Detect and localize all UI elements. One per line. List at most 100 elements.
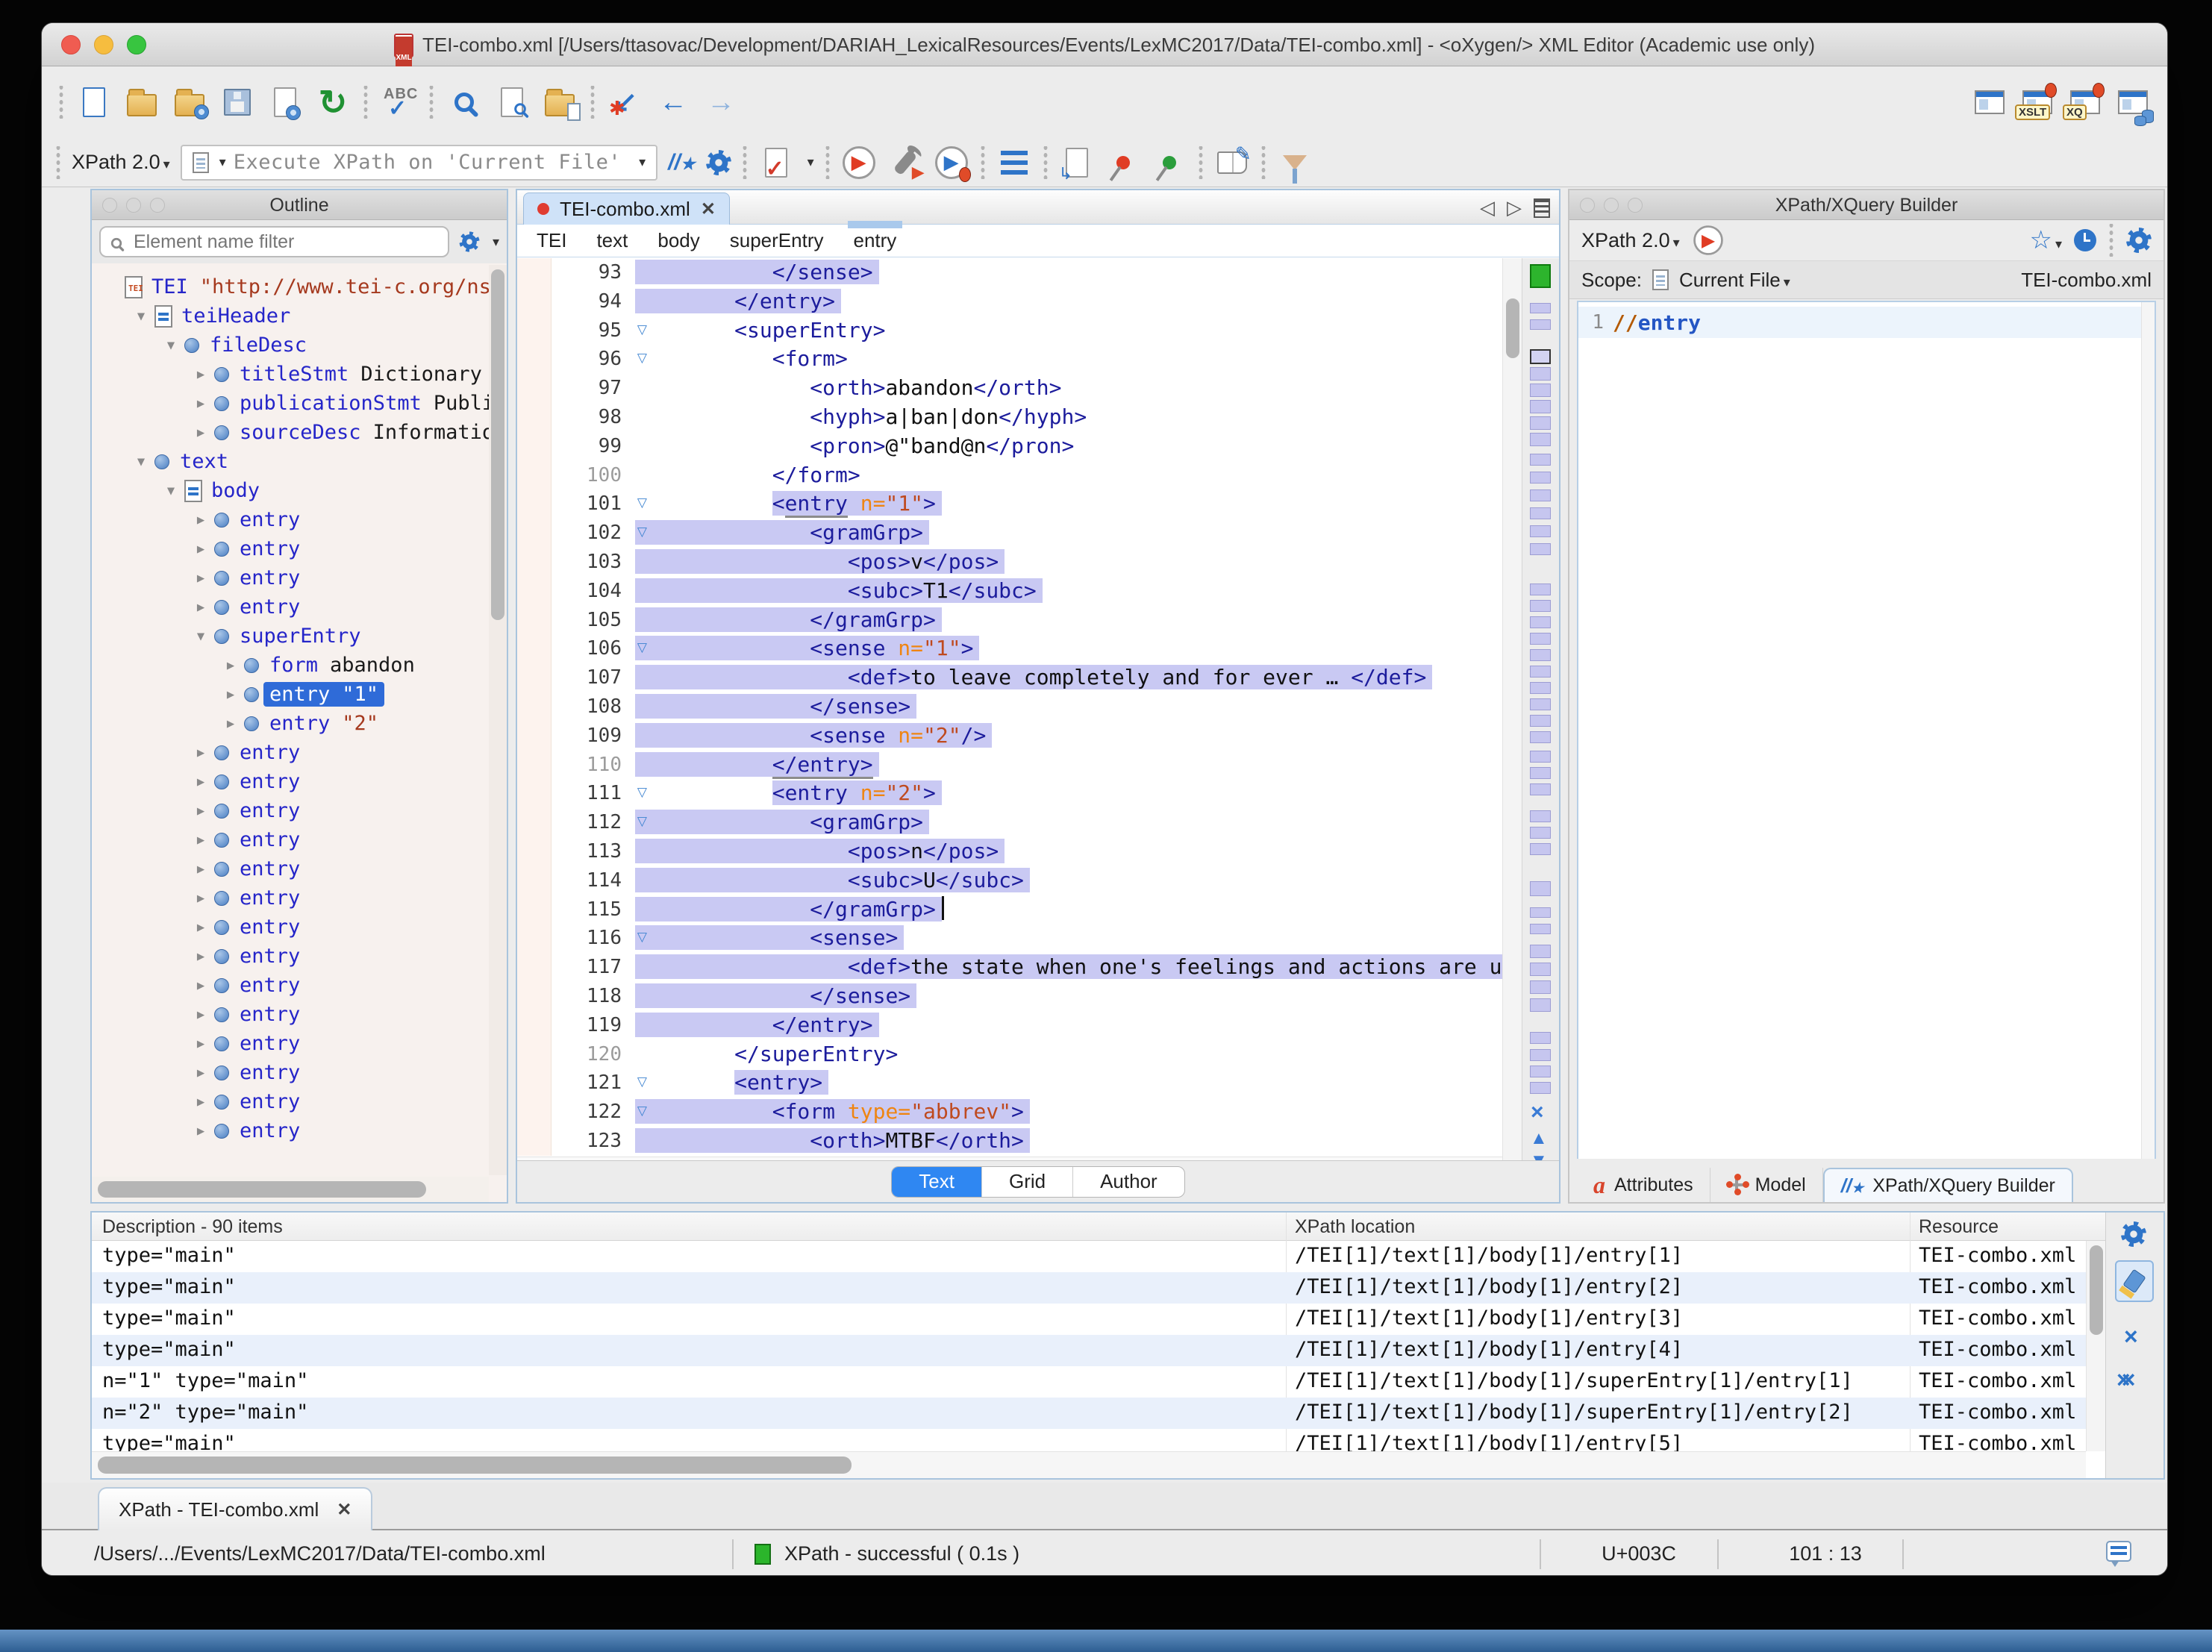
- occurrence-marker[interactable]: [1530, 698, 1551, 710]
- xpath-settings-button[interactable]: [706, 150, 731, 175]
- expand-arrow-icon[interactable]: ▶: [187, 1124, 214, 1139]
- occurrence-marker[interactable]: [1530, 767, 1551, 779]
- expand-arrow-icon[interactable]: ▶: [187, 920, 214, 935]
- last-modification-button[interactable]: ↙✱: [607, 84, 643, 120]
- previous-tab-button[interactable]: ◁: [1480, 196, 1495, 219]
- occurrence-marker[interactable]: [1530, 489, 1551, 501]
- configure-transformation-button[interactable]: ▶: [887, 145, 923, 181]
- occurrence-marker[interactable]: [1530, 583, 1551, 595]
- result-row[interactable]: type="main"/TEI[1]/text[1]/body[1]/entry…: [92, 1272, 2086, 1304]
- fold-toggle-icon[interactable]: ▽: [637, 640, 647, 655]
- outline-item-entry[interactable]: ▶entry: [92, 1000, 489, 1029]
- outline-item-entry[interactable]: ▶entry"1": [92, 680, 489, 709]
- outline-item-entry[interactable]: ▶entry: [92, 1058, 489, 1087]
- xpath-builder-shortcut-button[interactable]: //★: [668, 150, 695, 175]
- expand-arrow-icon[interactable]: ▶: [187, 804, 214, 819]
- occurrence-marker[interactable]: [1530, 924, 1551, 934]
- occurrence-marker[interactable]: [1530, 783, 1551, 795]
- tab-attributes[interactable]: aAttributes: [1577, 1168, 1710, 1202]
- find-in-files-button[interactable]: [494, 84, 530, 120]
- outline-item-entry[interactable]: ▶entry: [92, 913, 489, 942]
- debug-xslt-button[interactable]: XSLT: [2019, 84, 2055, 120]
- edit-modules-button[interactable]: [1214, 145, 1250, 181]
- remove-result-button[interactable]: ×: [2124, 1323, 2138, 1351]
- occurrence-marker[interactable]: [1530, 303, 1551, 313]
- code-line-112[interactable]: 112▽ <gramGrp>: [517, 808, 1508, 837]
- breadcrumb-item-TEI[interactable]: TEI: [537, 229, 566, 252]
- code-line-99[interactable]: 99 <pron>@"band@n</pron>: [517, 432, 1508, 461]
- open-url-button[interactable]: [172, 84, 207, 120]
- expand-arrow-icon[interactable]: ▶: [187, 367, 214, 382]
- results-horizontal-scrollbar[interactable]: [92, 1451, 2086, 1478]
- xpath-results-tab[interactable]: XPath - TEI-combo.xml ✕: [98, 1487, 372, 1530]
- occurrence-marker[interactable]: [1530, 649, 1551, 661]
- close-button[interactable]: [61, 35, 81, 54]
- associate-transformation-button[interactable]: [1152, 145, 1187, 181]
- expand-arrow-icon[interactable]: ▶: [187, 542, 214, 557]
- fold-toggle-icon[interactable]: ▽: [637, 322, 647, 337]
- close-highlights-icon[interactable]: ×: [1531, 1100, 1544, 1125]
- outline-item-entry[interactable]: ▶entry: [92, 738, 489, 767]
- reset-layout-button[interactable]: [1972, 84, 2008, 120]
- outline-item-entry[interactable]: ▶entry: [92, 796, 489, 825]
- code-line-118[interactable]: 118 </sense>: [517, 982, 1508, 1011]
- expand-arrow-icon[interactable]: ▶: [187, 1036, 214, 1051]
- code-line-119[interactable]: 119 </entry>: [517, 1011, 1508, 1040]
- breadcrumb-item-body[interactable]: body: [657, 229, 699, 252]
- zoom-button[interactable]: [127, 35, 146, 54]
- tab-list-button[interactable]: [1534, 198, 1550, 218]
- code-line-94[interactable]: 94 </entry>: [517, 287, 1508, 316]
- database-perspective-button[interactable]: [2115, 84, 2151, 120]
- occurrence-marker[interactable]: [1530, 525, 1551, 537]
- outline-settings-button[interactable]: [459, 231, 479, 251]
- expand-arrow-icon[interactable]: ▶: [187, 833, 214, 848]
- outline-item-entry[interactable]: ▶entry: [92, 1116, 489, 1145]
- occurrence-marker[interactable]: [1530, 600, 1551, 612]
- occurrence-marker[interactable]: [1530, 1049, 1551, 1061]
- occurrence-marker[interactable]: [1530, 1032, 1551, 1044]
- outline-item-fileDesc[interactable]: ▼fileDesc: [92, 331, 489, 360]
- occurrence-marker[interactable]: [1530, 472, 1551, 484]
- column-xpath-location[interactable]: XPath location: [1295, 1216, 1415, 1238]
- occurrence-marker[interactable]: [1530, 980, 1551, 994]
- code-line-103[interactable]: 103 <pos>v</pos>: [517, 548, 1508, 577]
- editor-vertical-scrollbar[interactable]: [1502, 258, 1522, 1181]
- scope-select[interactable]: Current File▾: [1679, 269, 1790, 292]
- breadcrumb-item-entry[interactable]: entry: [854, 229, 897, 252]
- outline-item-entry[interactable]: ▶entry: [92, 854, 489, 883]
- view-grid-button[interactable]: Grid: [982, 1167, 1073, 1197]
- highlight-results-button[interactable]: [2115, 1260, 2154, 1302]
- expand-arrow-icon[interactable]: ▶: [187, 1095, 214, 1110]
- expand-arrow-icon[interactable]: ▶: [187, 513, 214, 528]
- xpath-version-select[interactable]: XPath 2.0▾: [72, 151, 170, 174]
- new-document-button[interactable]: [76, 84, 112, 120]
- back-button[interactable]: ←: [655, 84, 691, 120]
- occurrence-marker[interactable]: [1530, 616, 1551, 628]
- outline-item-entry[interactable]: ▶entry: [92, 942, 489, 971]
- execute-xpath-combo[interactable]: ▾ Execute XPath on 'Current File' ▾: [181, 145, 658, 181]
- fold-toggle-icon[interactable]: ▽: [637, 525, 647, 539]
- code-line-123[interactable]: 123 <orth>MTBF</orth>: [517, 1127, 1508, 1156]
- xpath-expression-editor[interactable]: 1 //entry: [1577, 301, 2156, 1160]
- collapse-arrow-icon[interactable]: ▼: [128, 309, 154, 324]
- outline-item-entry[interactable]: ▶entry: [92, 534, 489, 563]
- code-line-114[interactable]: 114 <subc>U</subc>: [517, 866, 1508, 895]
- open-file-button[interactable]: [124, 84, 160, 120]
- occurrence-marker[interactable]: [1530, 543, 1551, 555]
- close-tab-button[interactable]: ✕: [701, 198, 716, 220]
- column-description[interactable]: Description - 90 items: [102, 1216, 283, 1238]
- code-line-100[interactable]: 100 </form>: [517, 461, 1508, 490]
- results-vertical-scrollbar[interactable]: [2086, 1241, 2105, 1451]
- occurrence-marker[interactable]: [1530, 881, 1551, 896]
- code-line-97[interactable]: 97 <orth>abandon</orth>: [517, 374, 1508, 403]
- occurrence-marker[interactable]: [1530, 682, 1551, 694]
- occurrence-marker[interactable]: [1530, 416, 1551, 430]
- apply-transformation-button[interactable]: ▶: [841, 145, 877, 181]
- code-line-101[interactable]: 101▽ <entry n="1">: [517, 489, 1508, 519]
- collapse-arrow-icon[interactable]: ▼: [157, 338, 184, 353]
- expand-arrow-icon[interactable]: ▶: [187, 1066, 214, 1080]
- result-row[interactable]: type="main"/TEI[1]/text[1]/body[1]/entry…: [92, 1335, 2086, 1366]
- expression-scrollbar[interactable]: [2141, 302, 2155, 1159]
- tab-model[interactable]: Model: [1710, 1168, 1823, 1202]
- collapse-arrow-icon[interactable]: ▼: [187, 629, 214, 644]
